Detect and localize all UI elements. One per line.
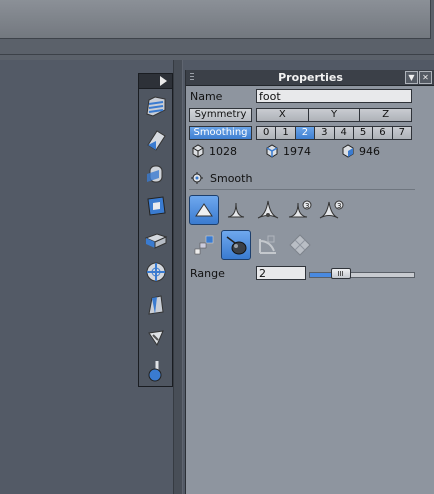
dropdown-icon[interactable]: ▼ [405, 71, 418, 84]
smoothing-level-3[interactable]: 3 [315, 127, 335, 139]
top-toolbar [0, 0, 434, 60]
tool-palette [138, 73, 173, 387]
pin-icon[interactable] [141, 356, 171, 386]
smoothing-level-2[interactable]: 2 [295, 127, 316, 139]
smoothing-level-0[interactable]: 0 [257, 127, 277, 139]
section-divider [189, 189, 415, 190]
toolbar-strip [0, 0, 431, 39]
range-slider-thumb[interactable] [331, 268, 351, 279]
smoothing-level-6[interactable]: 6 [373, 127, 393, 139]
section-title: Smooth [210, 171, 253, 185]
smoothing-level-4[interactable]: 4 [334, 127, 354, 139]
panel-title: Properties [278, 71, 343, 84]
scatter-dots-icon[interactable] [189, 230, 219, 260]
points-cube-icon [192, 144, 204, 158]
cone-outline-icon[interactable] [221, 195, 251, 225]
smoothing-level-7[interactable]: 7 [392, 127, 411, 139]
panel-titlebar[interactable]: Properties ▼ ✕ [186, 70, 434, 86]
loft-icon[interactable] [141, 290, 171, 320]
brush-drop-icon[interactable] [221, 230, 251, 260]
range-input[interactable]: 2 [256, 266, 306, 280]
curve-fade-icon[interactable] [253, 230, 283, 260]
palette-header[interactable] [139, 74, 172, 89]
faces-stat: 946 [341, 144, 380, 158]
axis-z-button[interactable]: Z [360, 109, 412, 121]
toolbar-divider [0, 54, 434, 55]
cylinder-cut-icon[interactable] [141, 158, 171, 188]
smoothing-button[interactable]: Smoothing [189, 126, 252, 140]
svg-text:3: 3 [337, 202, 341, 210]
smoothing-levels: 0 1 2 3 4 5 6 7 [256, 126, 412, 140]
cone-power3-icon[interactable]: 3 [285, 195, 315, 225]
expand-arrow-icon[interactable] [160, 76, 167, 86]
box-plane-icon[interactable] [141, 224, 171, 254]
range-label: Range [190, 267, 225, 280]
subdivide-sphere-icon[interactable] [141, 257, 171, 287]
faces-cube-icon [342, 144, 354, 158]
edges-cube-icon [266, 144, 278, 158]
symmetry-axes: X Y Z [256, 108, 412, 122]
spike-star-icon[interactable] [253, 195, 283, 225]
bevel-icon[interactable] [141, 125, 171, 155]
symmetry-button[interactable]: Symmetry [189, 108, 252, 122]
diamond-grid-icon[interactable] [285, 230, 315, 260]
smoothing-level-1[interactable]: 1 [276, 127, 296, 139]
smoothing-level-5[interactable]: 5 [353, 127, 374, 139]
cone-icon[interactable] [189, 195, 219, 225]
range-slider-track[interactable] [309, 272, 415, 278]
spike-power3-icon[interactable]: 3 [317, 195, 347, 225]
points-stat: 1028 [191, 144, 237, 158]
close-icon[interactable]: ✕ [419, 71, 432, 84]
arrow-cursor-icon[interactable] [141, 323, 171, 353]
mirror-icon[interactable] [141, 191, 171, 221]
extrude-stairs-icon[interactable] [141, 92, 171, 122]
name-field[interactable]: foot [256, 89, 412, 103]
panel-splitter[interactable] [173, 60, 183, 494]
name-label: Name [190, 90, 223, 103]
faces-count: 946 [359, 144, 380, 158]
smooth-section-header: Smooth [190, 171, 252, 185]
edges-stat: 1974 [265, 144, 311, 158]
points-count: 1028 [209, 144, 237, 158]
gear-icon [191, 172, 203, 184]
svg-text:3: 3 [305, 202, 309, 210]
axis-x-button[interactable]: X [257, 109, 309, 121]
edges-count: 1974 [283, 144, 311, 158]
axis-y-button[interactable]: Y [308, 109, 361, 121]
